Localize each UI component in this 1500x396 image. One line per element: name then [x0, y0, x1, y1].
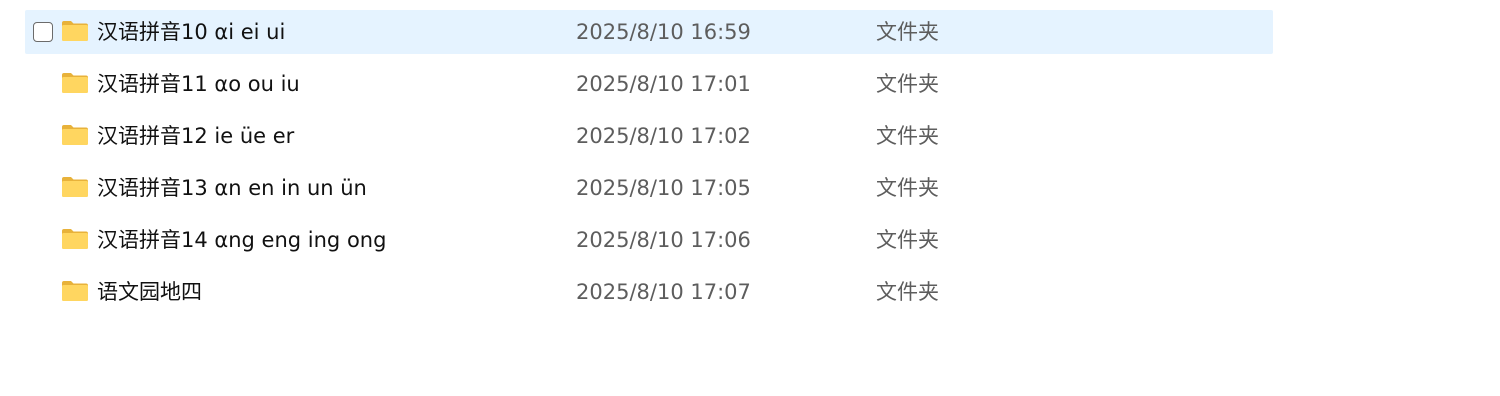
file-row[interactable]: 汉语拼音10 αi ei ui 2025/8/10 16:59 文件夹: [25, 10, 1273, 54]
file-modified-date: 2025/8/10 17:07: [576, 280, 751, 304]
row-checkbox[interactable]: [33, 22, 53, 42]
file-name: 汉语拼音12 ie üe er: [97, 124, 295, 148]
file-type: 文件夹: [876, 228, 939, 252]
folder-icon: [62, 281, 88, 301]
file-row[interactable]: 语文园地四 2025/8/10 17:07 文件夹: [25, 270, 1273, 314]
file-row[interactable]: 汉语拼音11 αo ou iu 2025/8/10 17:01 文件夹: [25, 62, 1273, 106]
file-row[interactable]: 汉语拼音13 αn en in un ün 2025/8/10 17:05 文件…: [25, 166, 1273, 210]
file-modified-date: 2025/8/10 16:59: [576, 20, 751, 44]
file-name: 汉语拼音11 αo ou iu: [97, 72, 300, 96]
folder-icon: [62, 229, 88, 249]
file-type: 文件夹: [876, 176, 939, 200]
file-modified-date: 2025/8/10 17:02: [576, 124, 751, 148]
file-modified-date: 2025/8/10 17:06: [576, 228, 751, 252]
folder-icon: [62, 73, 88, 93]
file-name: 汉语拼音10 αi ei ui: [97, 20, 286, 44]
file-type: 文件夹: [876, 72, 939, 96]
file-name: 语文园地四: [97, 280, 202, 304]
file-modified-date: 2025/8/10 17:01: [576, 72, 751, 96]
file-type: 文件夹: [876, 20, 939, 44]
file-row[interactable]: 汉语拼音12 ie üe er 2025/8/10 17:02 文件夹: [25, 114, 1273, 158]
file-type: 文件夹: [876, 124, 939, 148]
file-list: 汉语拼音10 αi ei ui 2025/8/10 16:59 文件夹 汉语拼音…: [25, 10, 1273, 322]
folder-icon: [62, 125, 88, 145]
file-name: 汉语拼音13 αn en in un ün: [97, 176, 367, 200]
file-row[interactable]: 汉语拼音14 αng eng ing ong 2025/8/10 17:06 文…: [25, 218, 1273, 262]
file-modified-date: 2025/8/10 17:05: [576, 176, 751, 200]
file-type: 文件夹: [876, 280, 939, 304]
folder-icon: [62, 177, 88, 197]
folder-icon: [62, 21, 88, 41]
file-name: 汉语拼音14 αng eng ing ong: [97, 228, 387, 252]
